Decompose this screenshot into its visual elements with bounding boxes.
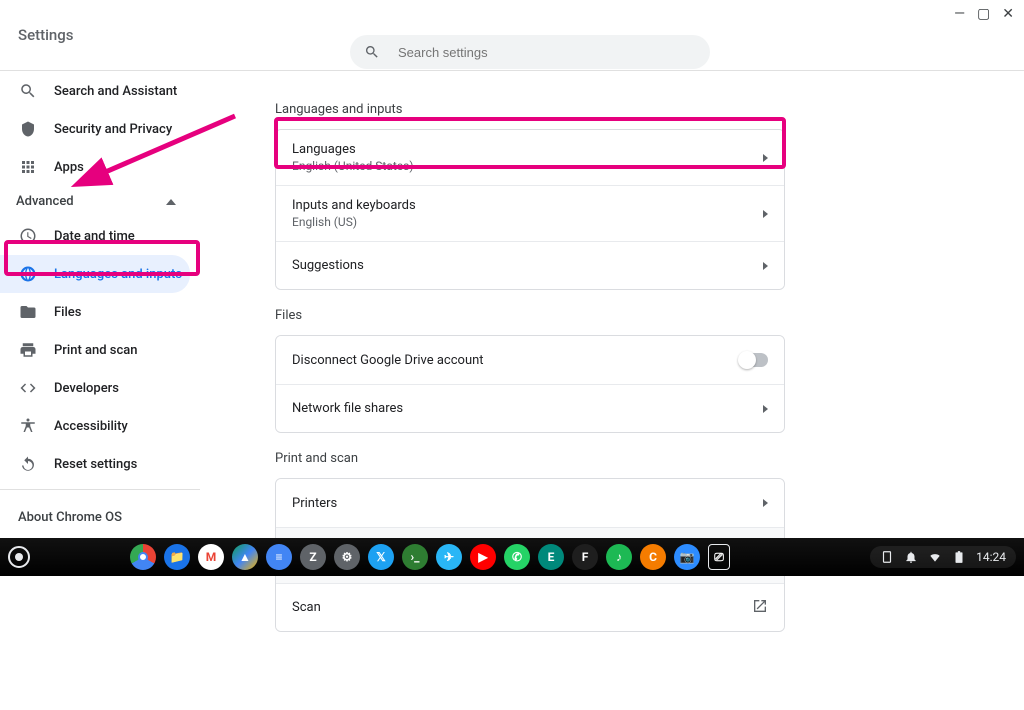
app-chrome-icon[interactable] [130, 544, 156, 570]
app-spotify-icon[interactable]: ♪ [606, 544, 632, 570]
sidebar-item-label: Print and scan [54, 343, 138, 358]
sidebar-item-label: Developers [54, 381, 119, 396]
battery-icon [952, 550, 966, 564]
phone-icon [880, 550, 894, 564]
card-files: Disconnect Google Drive account Network … [275, 335, 785, 433]
sidebar-item-label: Security and Privacy [54, 122, 172, 137]
sidebar-item-security-privacy[interactable]: Security and Privacy [0, 110, 230, 148]
toggle-disconnect-drive[interactable] [740, 353, 768, 367]
row-title: Languages [292, 142, 763, 157]
external-link-icon [752, 598, 768, 618]
sidebar-item-label: Languages and inputs [54, 267, 182, 282]
row-title: Disconnect Google Drive account [292, 353, 740, 368]
system-tray[interactable]: 14:24 [870, 546, 1016, 568]
row-disconnect-drive[interactable]: Disconnect Google Drive account [276, 336, 784, 384]
sidebar: Search and Assistant Security and Privac… [0, 70, 230, 539]
sidebar-item-date-time[interactable]: Date and time [0, 217, 230, 255]
chevron-up-icon [166, 194, 176, 209]
app-z-icon[interactable]: Z [300, 544, 326, 570]
wifi-icon [928, 550, 942, 564]
chevron-right-icon [763, 262, 768, 270]
app-drive-icon[interactable]: ▲ [232, 544, 258, 570]
clock-icon [18, 226, 38, 246]
header: Settings [0, 0, 1024, 70]
section-title-print-scan: Print and scan [275, 451, 785, 466]
sidebar-item-label: Accessibility [54, 419, 128, 434]
search-input[interactable] [398, 45, 696, 60]
tray-time: 14:24 [976, 550, 1006, 564]
taskbar: 📁 M ▲ ≡ Z ⚙ 𝕏 ›_ ✈ ▶ ✆ E F ♪ C 📷 ⎚ 14:24 [0, 538, 1024, 576]
row-title: Suggestions [292, 258, 763, 273]
app-telegram-icon[interactable]: ✈ [436, 544, 462, 570]
row-scan[interactable]: Scan [276, 583, 784, 631]
grid-icon [18, 157, 38, 177]
app-youtube-icon[interactable]: ▶ [470, 544, 496, 570]
sidebar-item-accessibility[interactable]: Accessibility [0, 407, 230, 445]
sidebar-advanced-toggle[interactable]: Advanced [0, 186, 200, 217]
app-settings-icon[interactable]: ⚙ [334, 544, 360, 570]
app-c-icon[interactable]: C [640, 544, 666, 570]
sidebar-item-print-scan[interactable]: Print and scan [0, 331, 230, 369]
sidebar-item-label: Date and time [54, 229, 135, 244]
app-twitter-icon[interactable]: 𝕏 [368, 544, 394, 570]
app-whatsapp-icon[interactable]: ✆ [504, 544, 530, 570]
app-zoom-icon[interactable]: 📷 [674, 544, 700, 570]
accessibility-icon [18, 416, 38, 436]
app-docs-icon[interactable]: ≡ [266, 544, 292, 570]
search-icon [364, 44, 380, 60]
app-gmail-icon[interactable]: M [198, 544, 224, 570]
page-title: Settings [18, 26, 74, 44]
printer-icon [18, 340, 38, 360]
app-terminal-icon[interactable]: ›_ [402, 544, 428, 570]
app-overview-icon[interactable]: ⎚ [708, 544, 730, 570]
sidebar-item-about[interactable]: About Chrome OS [0, 496, 230, 539]
app-figma-icon[interactable]: F [572, 544, 598, 570]
globe-icon [18, 264, 38, 284]
row-inputs-keyboards[interactable]: Inputs and keyboards English (US) [276, 185, 784, 241]
sidebar-item-developers[interactable]: Developers [0, 369, 230, 407]
taskbar-apps: 📁 M ▲ ≡ Z ⚙ 𝕏 ›_ ✈ ▶ ✆ E F ♪ C 📷 ⎚ [130, 544, 730, 570]
sidebar-item-files[interactable]: Files [0, 293, 230, 331]
card-languages-inputs: Languages English (United States) Inputs… [275, 129, 785, 290]
sidebar-advanced-label: Advanced [16, 194, 74, 209]
row-title: Printers [292, 496, 763, 511]
row-title: Network file shares [292, 401, 763, 416]
search-icon [18, 81, 38, 101]
folder-icon [18, 302, 38, 322]
sidebar-item-label: Apps [54, 160, 84, 175]
chevron-right-icon [763, 210, 768, 218]
sidebar-item-languages-inputs[interactable]: Languages and inputs [0, 255, 190, 293]
chevron-right-icon [763, 405, 768, 413]
search-bar[interactable] [350, 35, 710, 69]
launcher-button[interactable] [8, 546, 30, 568]
sidebar-item-label: Search and Assistant [54, 84, 177, 99]
row-title: Inputs and keyboards [292, 198, 763, 213]
row-printers[interactable]: Printers [276, 479, 784, 527]
row-title: Scan [292, 600, 752, 615]
row-subtitle: English (US) [292, 215, 763, 229]
sidebar-item-label: Files [54, 305, 81, 320]
sidebar-item-label: Reset settings [54, 457, 137, 472]
reset-icon [18, 454, 38, 474]
chevron-right-icon [763, 154, 768, 162]
chevron-right-icon [763, 499, 768, 507]
row-subtitle: English (United States) [292, 159, 763, 173]
sidebar-item-reset[interactable]: Reset settings [0, 445, 230, 483]
sidebar-separator [0, 489, 200, 490]
row-network-file-shares[interactable]: Network file shares [276, 384, 784, 432]
sidebar-item-search-assistant[interactable]: Search and Assistant [0, 72, 230, 110]
section-title-languages: Languages and inputs [275, 102, 785, 117]
main-content: Languages and inputs Languages English (… [275, 70, 785, 710]
app-e-icon[interactable]: E [538, 544, 564, 570]
app-files-icon[interactable]: 📁 [164, 544, 190, 570]
sidebar-item-apps[interactable]: Apps [0, 148, 230, 186]
shield-icon [18, 119, 38, 139]
row-suggestions[interactable]: Suggestions [276, 241, 784, 289]
notifications-icon [904, 550, 918, 564]
code-icon [18, 378, 38, 398]
section-title-files: Files [275, 308, 785, 323]
row-languages[interactable]: Languages English (United States) [276, 130, 784, 185]
